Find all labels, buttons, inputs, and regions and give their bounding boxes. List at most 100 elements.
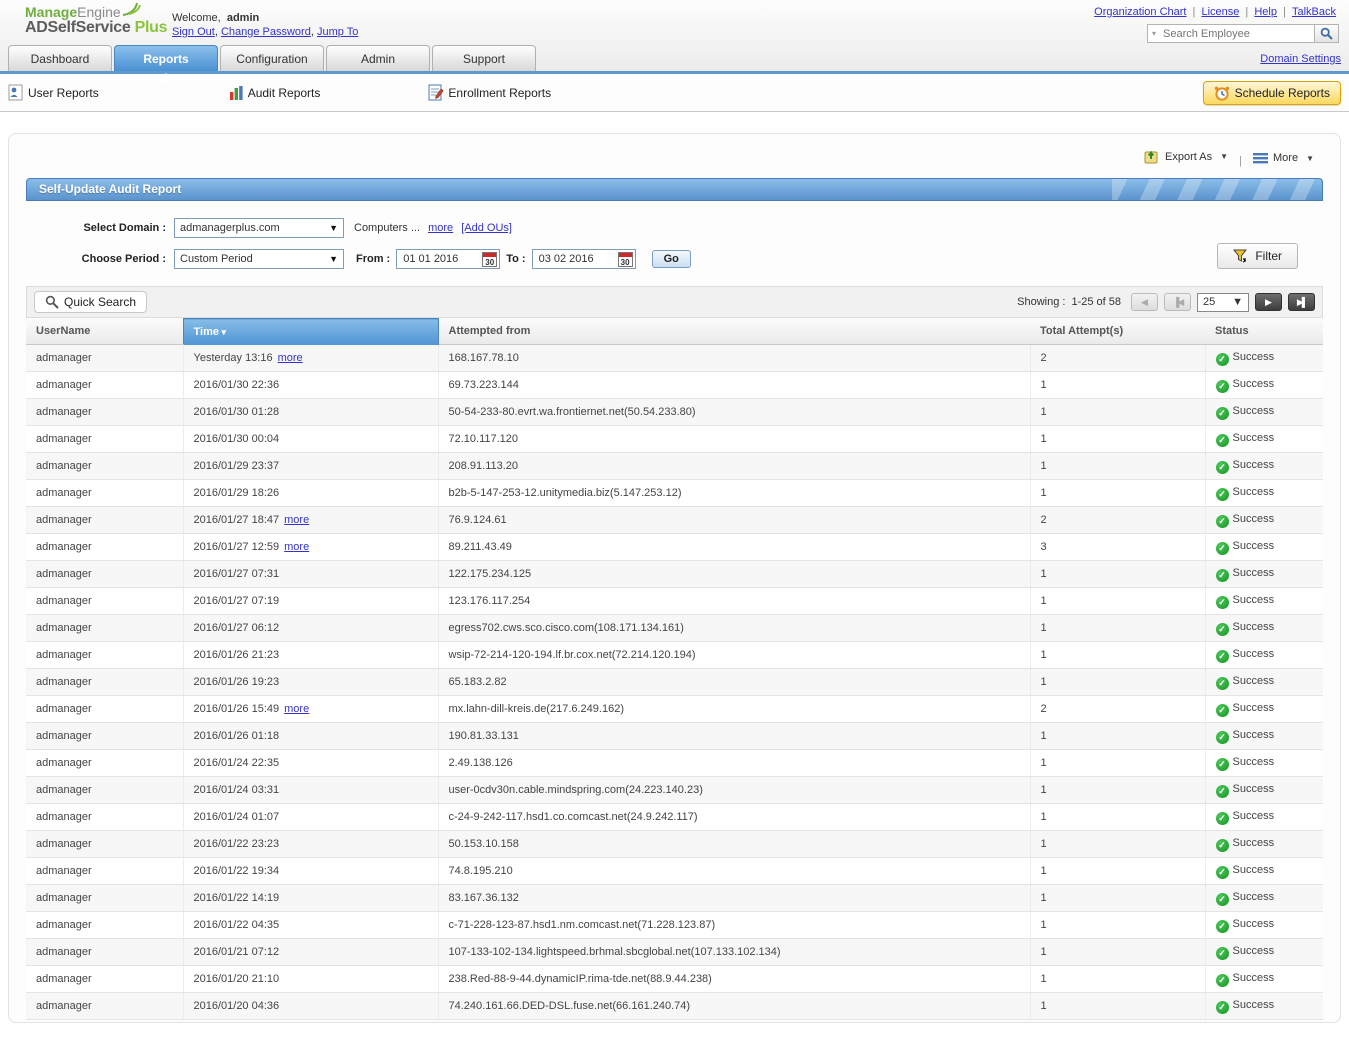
from-date-field[interactable]: 01 01 2016 30 <box>396 249 500 269</box>
cell-username: admanager <box>26 696 183 723</box>
go-button[interactable]: Go <box>652 250 691 268</box>
last-page-button[interactable] <box>1288 293 1315 311</box>
cell-attempted-from: 50.153.10.158 <box>438 831 1030 858</box>
success-icon <box>1216 407 1229 420</box>
link-sign-out[interactable]: Sign Out <box>172 26 215 38</box>
tab-admin[interactable]: Admin <box>326 45 430 71</box>
success-icon <box>1216 704 1229 717</box>
time-more-link[interactable]: more <box>284 541 309 553</box>
tab-dashboard[interactable]: Dashboard <box>8 45 112 71</box>
table-row: admanager 2016/01/29 23:37 208.91.113.20… <box>26 453 1323 480</box>
cell-total-attempts: 1 <box>1030 912 1205 939</box>
cell-status: Success <box>1205 453 1323 480</box>
tab-configuration[interactable]: Configuration <box>220 45 324 71</box>
search-button[interactable] <box>1315 24 1339 43</box>
time-more-link[interactable]: more <box>284 703 309 715</box>
cell-username: admanager <box>26 912 183 939</box>
time-more-link[interactable]: more <box>284 514 309 526</box>
export-as-button[interactable]: Export As▼ <box>1144 149 1228 164</box>
success-icon <box>1216 569 1229 582</box>
cell-total-attempts: 1 <box>1030 993 1205 1020</box>
cell-attempted-from: 76.9.124.61 <box>438 507 1030 534</box>
link-change-password[interactable]: Change Password <box>221 26 311 38</box>
tab-reports[interactable]: Reports <box>114 45 218 71</box>
cell-status: Success <box>1205 615 1323 642</box>
cell-time: 2016/01/30 00:04 <box>183 426 438 453</box>
first-page-button[interactable] <box>1164 293 1191 311</box>
cell-total-attempts: 1 <box>1030 777 1205 804</box>
cell-time: 2016/01/29 23:37 <box>183 453 438 480</box>
more-actions-button[interactable]: More▼ <box>1253 152 1314 164</box>
table-row: admanager Yesterday 13:16more 168.167.78… <box>26 345 1323 372</box>
cell-status: Success <box>1205 858 1323 885</box>
subnav-enrollment-reports[interactable]: Enrollment Reports <box>428 84 551 101</box>
report-title: Self-Update Audit Report <box>39 182 181 196</box>
table-row: admanager 2016/01/27 06:12 egress702.cws… <box>26 615 1323 642</box>
table-row: admanager 2016/01/21 07:12 107-133-102-1… <box>26 939 1323 966</box>
time-more-link[interactable]: more <box>278 352 303 364</box>
success-icon <box>1216 515 1229 528</box>
select-caret-icon: ▼ <box>329 223 338 233</box>
computers-more-link[interactable]: more <box>428 222 453 234</box>
col-username[interactable]: UserName <box>26 319 183 345</box>
cell-username: admanager <box>26 966 183 993</box>
list-toolbar: Quick Search Showing : 1-25 of 58 25 ▼ <box>26 286 1323 318</box>
top-link-license[interactable]: License <box>1201 6 1239 18</box>
cell-username: admanager <box>26 426 183 453</box>
quick-search-button[interactable]: Quick Search <box>34 291 147 313</box>
col-attempted-from[interactable]: Attempted from <box>438 319 1030 345</box>
search-icon <box>1320 27 1333 40</box>
cell-attempted-from: 74.240.161.66.DED-DSL.fuse.net(66.161.24… <box>438 993 1030 1020</box>
employee-search-box[interactable]: ▾ <box>1147 24 1315 43</box>
table-row: admanager 2016/01/20 21:10 238.Red-88-9-… <box>26 966 1323 993</box>
search-scope-caret-icon[interactable]: ▾ <box>1152 29 1156 38</box>
top-link-talkback[interactable]: TalkBack <box>1292 6 1336 18</box>
calendar-icon[interactable]: 30 <box>482 252 497 267</box>
cell-total-attempts: 1 <box>1030 399 1205 426</box>
cell-username: admanager <box>26 507 183 534</box>
link-jump-to[interactable]: Jump To <box>317 26 358 38</box>
computers-text: Computers ... more [Add OUs] <box>354 222 512 234</box>
report-title-bar: Self-Update Audit Report <box>26 178 1323 201</box>
cell-username: admanager <box>26 588 183 615</box>
cell-total-attempts: 1 <box>1030 372 1205 399</box>
cell-total-attempts: 2 <box>1030 696 1205 723</box>
cell-status: Success <box>1205 966 1323 993</box>
success-icon <box>1216 785 1229 798</box>
choose-period-label: Choose Period : <box>9 253 174 265</box>
page-size-select[interactable]: 25 ▼ <box>1197 293 1249 312</box>
filter-button[interactable]: Filter <box>1217 243 1298 269</box>
domain-select[interactable]: admanagerplus.com ▼ <box>174 218 344 238</box>
calendar-icon[interactable]: 30 <box>618 252 633 267</box>
cell-username: admanager <box>26 750 183 777</box>
subnav-audit-reports[interactable]: Audit Reports <box>229 85 321 101</box>
subnav-user-reports[interactable]: User Reports <box>8 84 99 101</box>
export-icon <box>1144 149 1160 164</box>
col-total-attempts[interactable]: Total Attempt(s) <box>1030 319 1205 345</box>
search-input[interactable] <box>1161 27 1310 41</box>
cell-time: 2016/01/26 15:49more <box>183 696 438 723</box>
table-row: admanager 2016/01/22 23:23 50.153.10.158… <box>26 831 1323 858</box>
table-row: admanager 2016/01/24 01:07 c-24-9-242-11… <box>26 804 1323 831</box>
audit-table: UserName Time Attempted from Total Attem… <box>26 318 1323 1020</box>
cell-username: admanager <box>26 669 183 696</box>
period-select[interactable]: Custom Period ▼ <box>174 249 344 269</box>
table-row: admanager 2016/01/30 22:36 69.73.223.144… <box>26 372 1323 399</box>
success-icon <box>1216 461 1229 474</box>
cell-time: 2016/01/29 18:26 <box>183 480 438 507</box>
col-status[interactable]: Status <box>1205 319 1323 345</box>
prev-page-button[interactable] <box>1131 293 1158 311</box>
col-time-sorted[interactable]: Time <box>183 319 438 345</box>
cell-attempted-from: 50-54-233-80.evrt.wa.frontiernet.net(50.… <box>438 399 1030 426</box>
cell-total-attempts: 1 <box>1030 453 1205 480</box>
table-row: admanager 2016/01/22 04:35 c-71-228-123-… <box>26 912 1323 939</box>
top-link-organization-chart[interactable]: Organization Chart <box>1094 6 1186 18</box>
next-page-button[interactable] <box>1255 293 1282 311</box>
domain-settings-link[interactable]: Domain Settings <box>1260 53 1341 65</box>
tab-support[interactable]: Support <box>432 45 536 71</box>
top-link-help[interactable]: Help <box>1254 6 1277 18</box>
schedule-reports-button[interactable]: Schedule Reports <box>1203 81 1341 105</box>
cell-attempted-from: 69.73.223.144 <box>438 372 1030 399</box>
add-ous-link[interactable]: [Add OUs] <box>461 222 512 234</box>
to-date-field[interactable]: 03 02 2016 30 <box>532 249 636 269</box>
